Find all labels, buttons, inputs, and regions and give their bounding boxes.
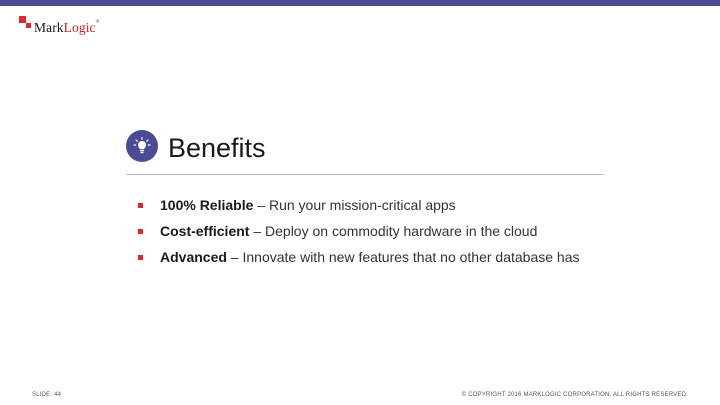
bullet-description: – Deploy on commodity hardware in the cl… bbox=[249, 223, 538, 239]
slide-number: SLIDE: 44 bbox=[32, 392, 62, 398]
list-item: Cost-efficient – Deploy on commodity har… bbox=[138, 218, 580, 244]
list-item: 100% Reliable – Run your mission-critica… bbox=[138, 192, 580, 218]
logo-mark-text: Mark bbox=[34, 20, 64, 35]
bullet-square-icon bbox=[138, 202, 143, 208]
bullet-square-icon bbox=[138, 228, 143, 234]
list-item: Advanced – Innovate with new features th… bbox=[138, 244, 580, 270]
slide-title: Benefits bbox=[168, 132, 266, 163]
lightbulb-icon bbox=[126, 130, 158, 162]
marklogic-logo: MarkLogic® bbox=[19, 16, 100, 36]
title-divider bbox=[126, 174, 604, 175]
bullet-heading: 100% Reliable bbox=[160, 197, 254, 213]
bullet-square-icon bbox=[138, 254, 143, 260]
bullet-text: Advanced – Innovate with new features th… bbox=[160, 249, 580, 265]
copyright-notice: © COPYRIGHT 2016 MARKLOGIC CORPORATION. … bbox=[461, 392, 688, 398]
logo-logic-text: Logic bbox=[63, 20, 96, 35]
benefits-list: 100% Reliable – Run your mission-critica… bbox=[138, 192, 580, 270]
bullet-heading: Cost-efficient bbox=[160, 223, 250, 239]
bullet-description: – Innovate with new features that no oth… bbox=[226, 249, 580, 265]
top-accent-bar bbox=[0, 0, 720, 6]
logo-trademark: ® bbox=[95, 20, 100, 25]
bullet-text: 100% Reliable – Run your mission-critica… bbox=[160, 197, 456, 213]
bullet-text: Cost-efficient – Deploy on commodity har… bbox=[160, 223, 537, 239]
logo-wordmark: MarkLogic® bbox=[34, 20, 100, 36]
slide-header: Benefits bbox=[126, 130, 266, 162]
bullet-heading: Advanced bbox=[160, 249, 227, 265]
bullet-description: – Run your mission-critical apps bbox=[253, 197, 456, 213]
logo-mark-icon bbox=[19, 16, 32, 29]
